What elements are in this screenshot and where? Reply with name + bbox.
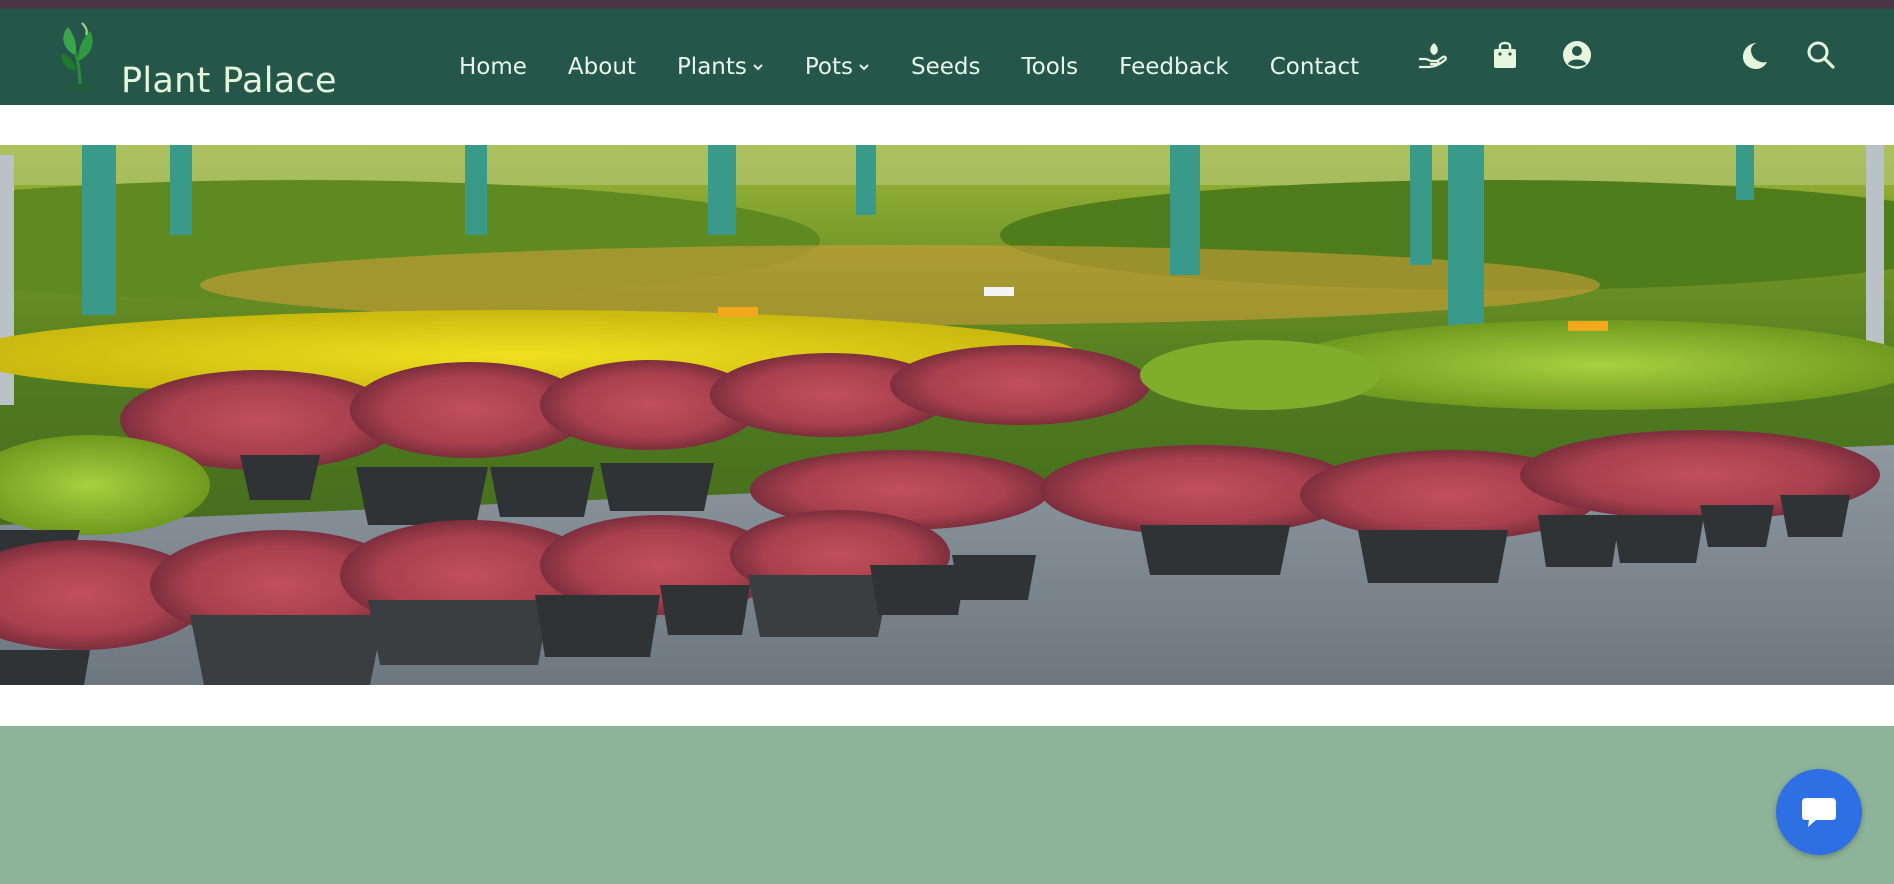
nav-home-label: Home <box>459 54 527 80</box>
nav-tools-link[interactable]: Tools <box>1021 54 1078 80</box>
brand-name[interactable]: Plant Palace <box>121 61 337 101</box>
search-icon[interactable] <box>1805 39 1837 71</box>
nav-contact-label: Contact <box>1269 54 1360 80</box>
main-navigation: Home About Plants Pots Seeds Tools Feedb… <box>459 49 1400 85</box>
moon-icon[interactable] <box>1737 39 1769 71</box>
nursery-potted-shrubs-photo <box>0 145 1894 685</box>
navbar: Plant Palace Home About Plants Pots Seed… <box>0 9 1894 105</box>
top-accent-bar <box>0 0 1894 9</box>
nav-seeds-label: Seeds <box>911 54 981 80</box>
nav-about-label: About <box>567 54 636 80</box>
nav-pots-dropdown[interactable]: Pots <box>805 54 870 80</box>
plant-in-hand-icon[interactable] <box>1417 39 1449 71</box>
nav-pots-label: Pots <box>804 54 853 80</box>
chevron-down-icon <box>859 64 869 71</box>
hero-banner <box>0 145 1894 685</box>
footer-band <box>0 726 1894 884</box>
chat-bubble-icon <box>1802 798 1836 827</box>
nav-feedback-link[interactable]: Feedback <box>1119 54 1229 80</box>
nav-plants-label: Plants <box>676 54 747 80</box>
user-circle-icon[interactable] <box>1561 39 1593 71</box>
nav-tools-label: Tools <box>1021 54 1079 80</box>
nav-plants-dropdown[interactable]: Plants <box>677 54 764 80</box>
chevron-down-icon <box>753 64 763 71</box>
shopping-bag-icon[interactable] <box>1489 39 1521 71</box>
nav-contact-link[interactable]: Contact <box>1270 54 1359 80</box>
nav-home-link[interactable]: Home <box>459 54 527 80</box>
sprout-logo-icon[interactable] <box>52 21 108 91</box>
chat-button[interactable] <box>1776 769 1862 855</box>
nav-seeds-link[interactable]: Seeds <box>911 54 980 80</box>
nav-feedback-label: Feedback <box>1119 54 1229 80</box>
nav-about-link[interactable]: About <box>568 54 636 80</box>
